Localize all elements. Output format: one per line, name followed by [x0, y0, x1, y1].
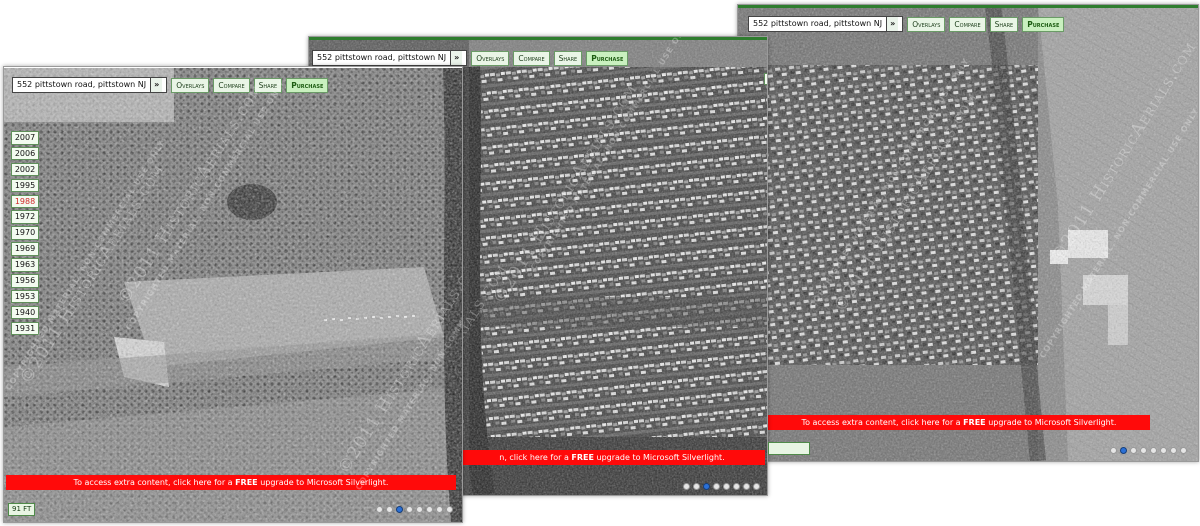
pager-dot[interactable] [1180, 447, 1187, 454]
year-button-1995[interactable]: 1995 [11, 178, 39, 193]
pager-dot[interactable] [733, 483, 740, 490]
pager-dot[interactable] [723, 483, 730, 490]
silverlight-banner[interactable]: To access extra content, click here for … [768, 415, 1150, 430]
scale-indicator: 91 FT [8, 503, 36, 516]
address-field[interactable]: 552 pittstown road, pittstown NJ» [748, 16, 904, 32]
pager-dots [1110, 447, 1187, 454]
address-text: 552 pittstown road, pittstown NJ [753, 19, 883, 28]
year-button-1963[interactable]: 1963 [11, 258, 39, 272]
pager-dot[interactable] [1130, 447, 1137, 454]
pager-dot-active[interactable] [703, 483, 710, 490]
pager-dot[interactable] [743, 483, 750, 490]
year-button-1988[interactable]: 1988 [11, 194, 39, 209]
pager-dot[interactable] [1150, 447, 1157, 454]
year-tab-edge[interactable] [764, 73, 767, 85]
compare-button[interactable]: Compare [513, 50, 550, 66]
overlays-button[interactable]: Overlays [171, 77, 210, 93]
compare-button[interactable]: Compare [949, 16, 986, 32]
year-button-1969[interactable]: 1969 [11, 242, 39, 256]
pager-dot[interactable] [693, 483, 700, 490]
pager-dot[interactable] [713, 483, 720, 490]
year-button-2006[interactable]: 2006 [11, 146, 39, 161]
window-accent-line [309, 37, 767, 40]
pager-dot[interactable] [406, 506, 413, 513]
pager-dot[interactable] [426, 506, 433, 513]
year-button-1956[interactable]: 1956 [11, 274, 39, 288]
aerial-photo-back[interactable] [738, 5, 1198, 461]
scale-indicator [768, 442, 810, 455]
year-button-1972[interactable]: 1972 [11, 210, 39, 224]
address-text: 552 pittstown road, pittstown NJ [317, 53, 447, 62]
toolbar: 552 pittstown road, pittstown NJ» Overla… [312, 50, 629, 66]
purchase-button[interactable]: Purchase [1022, 16, 1065, 32]
silverlight-banner[interactable]: n, click here for a FREE upgrade to Micr… [459, 450, 765, 465]
pager-dot[interactable] [1140, 447, 1147, 454]
pager-dot[interactable] [1110, 447, 1117, 454]
toolbar: 552 pittstown road, pittstown NJ» Overla… [748, 16, 1065, 32]
year-button-1931[interactable]: 1931 [11, 321, 39, 336]
year-button-1970[interactable]: 1970 [11, 226, 39, 240]
window-accent-line [4, 67, 462, 68]
go-button[interactable]: » [886, 17, 899, 31]
year-list: 2007 2006 2002 1995 1988 1972 1970 1969 1963 1956… [11, 131, 39, 336]
pager-dot[interactable] [376, 506, 383, 513]
pager-dot[interactable] [386, 506, 393, 513]
pager-dots [376, 506, 453, 513]
pager-dot[interactable] [436, 506, 443, 513]
share-button[interactable]: Share [989, 16, 1019, 32]
year-button-1940[interactable]: 1940 [11, 305, 39, 320]
pager-dots [683, 483, 760, 490]
year-button-2002[interactable]: 2002 [11, 162, 39, 177]
pager-dot[interactable] [1170, 447, 1177, 454]
aerial-window-back: 552 pittstown road, pittstown NJ» Overla… [737, 4, 1199, 462]
pager-dot-active[interactable] [396, 506, 403, 513]
go-button[interactable]: » [450, 51, 463, 65]
overlays-button[interactable]: Overlays [907, 16, 946, 32]
address-text: 552 pittstown road, pittstown NJ [17, 80, 147, 89]
year-button-2007[interactable]: 2007 [11, 131, 39, 145]
silverlight-banner[interactable]: To access extra content, click here for … [6, 475, 456, 490]
pager-dot[interactable] [753, 483, 760, 490]
window-accent-line [738, 5, 1198, 8]
year-button-1953[interactable]: 1953 [11, 289, 39, 304]
pager-dot[interactable] [416, 506, 423, 513]
overlays-button[interactable]: Overlays [471, 50, 510, 66]
purchase-button[interactable]: Purchase [586, 50, 629, 66]
pager-dot[interactable] [1160, 447, 1167, 454]
share-button[interactable]: Share [553, 50, 583, 66]
pager-dot[interactable] [683, 483, 690, 490]
purchase-button[interactable]: Purchase [286, 77, 329, 93]
go-button[interactable]: » [150, 78, 163, 92]
aerial-window-front: 552 pittstown road, pittstown NJ» Overla… [3, 66, 463, 523]
pager-dot-active[interactable] [1120, 447, 1127, 454]
address-field[interactable]: 552 pittstown road, pittstown NJ» [312, 50, 468, 66]
pager-dot[interactable] [446, 506, 453, 513]
address-field[interactable]: 552 pittstown road, pittstown NJ» [12, 77, 168, 93]
